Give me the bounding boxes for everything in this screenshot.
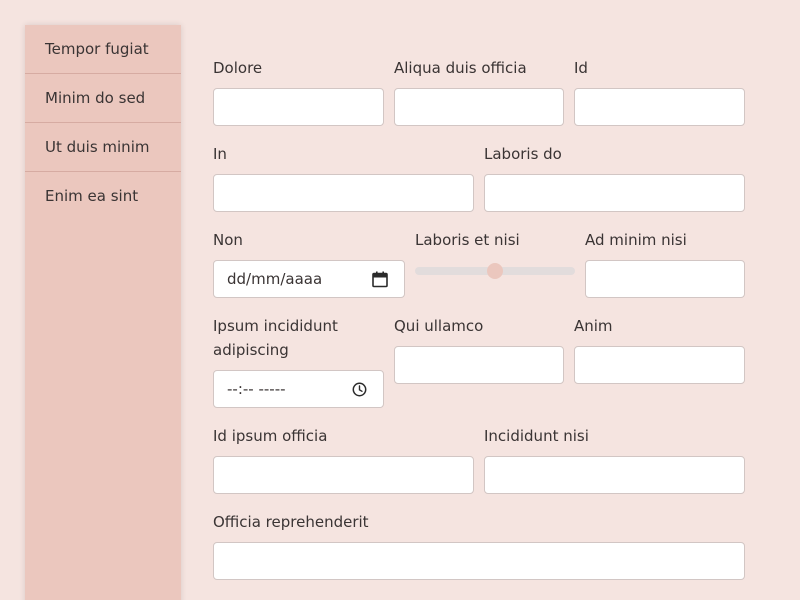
calendar-icon[interactable]	[372, 271, 388, 288]
in-field[interactable]	[213, 174, 474, 212]
in-label: In	[213, 145, 227, 163]
anim-label: Anim	[574, 317, 613, 335]
incididunt-label: Incididunt nisi	[484, 427, 589, 445]
ipsum-label-line1: Ipsum incididunt	[213, 317, 338, 335]
time-placeholder: --:-- -----	[227, 380, 286, 398]
id-label: Id	[574, 59, 588, 77]
officia-label: Officia reprehenderit	[213, 513, 369, 531]
date-placeholder: dd/mm/aaaa	[227, 270, 323, 288]
laboris-do-label: Laboris do	[484, 145, 562, 163]
sidebar-item-minim-do-sed[interactable]: Minim do sed	[25, 74, 181, 123]
id-ipsum-label: Id ipsum officia	[213, 427, 328, 445]
sidebar-item-tempor-fugiat[interactable]: Tempor fugiat	[25, 25, 181, 74]
ad-minim-field[interactable]	[585, 260, 745, 298]
non-label: Non	[213, 231, 243, 249]
non-date-field[interactable]: dd/mm/aaaa	[213, 260, 405, 298]
ad-minim-label: Ad minim nisi	[585, 231, 687, 249]
id-ipsum-field[interactable]	[213, 456, 474, 494]
qui-ullamco-field[interactable]	[394, 346, 564, 384]
incididunt-field[interactable]	[484, 456, 745, 494]
sidebar-item-enim-ea-sint[interactable]: Enim ea sint	[25, 172, 181, 221]
laboris-et-nisi-slider[interactable]	[415, 263, 575, 279]
id-field[interactable]	[574, 88, 745, 126]
qui-ullamco-label: Qui ullamco	[394, 317, 484, 335]
sidebar-nav: Tempor fugiat Minim do sed Ut duis minim…	[25, 25, 181, 600]
aliqua-field[interactable]	[394, 88, 564, 126]
sidebar-item-ut-duis-minim[interactable]: Ut duis minim	[25, 123, 181, 172]
laboris-et-nisi-label: Laboris et nisi	[415, 231, 520, 249]
anim-field[interactable]	[574, 346, 745, 384]
aliqua-label: Aliqua duis officia	[394, 59, 527, 77]
clock-icon[interactable]	[352, 382, 367, 397]
ipsum-label-line2: adipiscing	[213, 341, 289, 359]
dolore-label: Dolore	[213, 59, 263, 77]
laboris-do-field[interactable]	[484, 174, 745, 212]
ipsum-time-field[interactable]: --:-- -----	[213, 370, 384, 408]
dolore-field[interactable]	[213, 88, 384, 126]
slider-thumb[interactable]	[487, 263, 503, 279]
officia-field[interactable]	[213, 542, 745, 580]
